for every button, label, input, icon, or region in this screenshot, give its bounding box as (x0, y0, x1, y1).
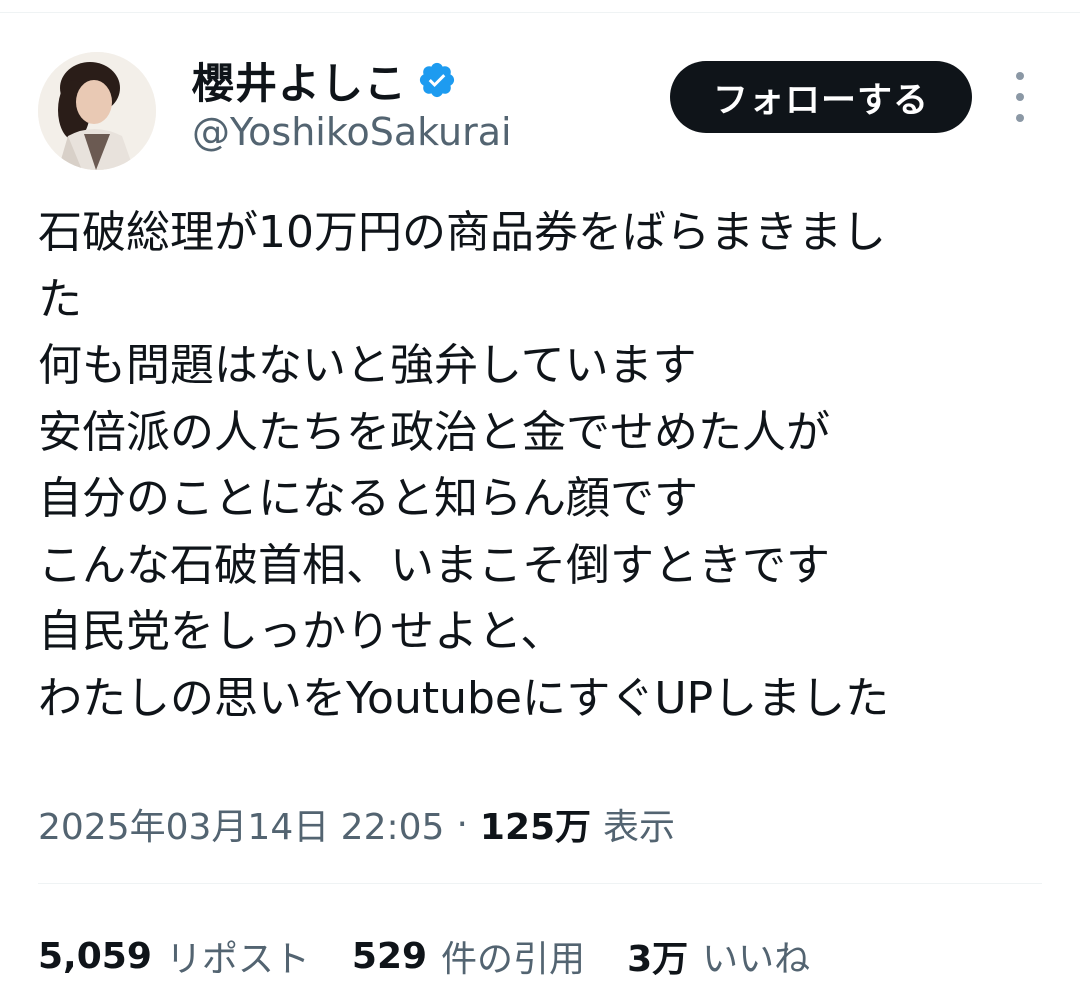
likes-count: 3万 (627, 939, 689, 980)
avatar[interactable] (38, 52, 156, 170)
tweet-line: 自民党をしっかりせよと、 (38, 606, 565, 657)
more-vertical-icon[interactable] (1004, 72, 1036, 122)
follow-button[interactable]: フォローする (670, 61, 972, 133)
more-dot (1016, 72, 1024, 80)
tweet-line: 石破総理が10万円の商品券をばらまきまし (38, 207, 886, 258)
tweet-meta: 2025年03月14日 22:05 · 125万 表示 (38, 796, 675, 852)
reposts-count: 5,059 (38, 935, 152, 977)
tweet-line: わたしの思いをYoutubeにすぐUPしました (38, 672, 890, 724)
tweet-line: 自分のことになると知らん顔です (38, 473, 698, 524)
tweet-line: た (38, 273, 82, 325)
quotes-stat[interactable]: 529 件の引用 (352, 930, 585, 982)
tweet-line: 安倍派の人たちを政治と金でせめた人が (38, 406, 830, 458)
profile-photo-icon (38, 52, 156, 170)
meta-separator: · (456, 803, 468, 845)
quotes-label: 件の引用 (441, 939, 586, 980)
engagement-stats: 5,059 リポスト 529 件の引用 3万 いいね (38, 928, 852, 984)
author-handle[interactable]: @YoshikoSakurai (192, 110, 512, 154)
stats-divider (38, 883, 1042, 884)
more-dot (1016, 114, 1024, 122)
more-dot (1016, 93, 1024, 101)
top-divider (0, 12, 1080, 13)
author-name-row: 櫻井よしこ (192, 52, 457, 108)
verified-badge-icon[interactable] (417, 60, 457, 100)
quotes-count: 529 (351, 935, 428, 977)
display-name[interactable]: 櫻井よしこ (192, 50, 407, 111)
tweet-text: 石破総理が10万円の商品券をばらまきまし た 何も問題はないと強弁しています 安… (38, 200, 1058, 732)
views-label: 表示 (603, 807, 676, 848)
reposts-stat[interactable]: 5,059 リポスト (38, 930, 310, 982)
likes-label: いいね (702, 939, 811, 980)
timestamp[interactable]: 2025年03月14日 22:05 (38, 798, 444, 850)
tweet-line: 何も問題はないと強弁しています (38, 340, 697, 391)
views-count: 125万 (479, 807, 592, 848)
reposts-label: リポスト (165, 939, 310, 980)
likes-stat[interactable]: 3万 いいね (627, 930, 810, 982)
tweet-line: こんな石破首相、いまこそ倒すときです (38, 539, 830, 591)
